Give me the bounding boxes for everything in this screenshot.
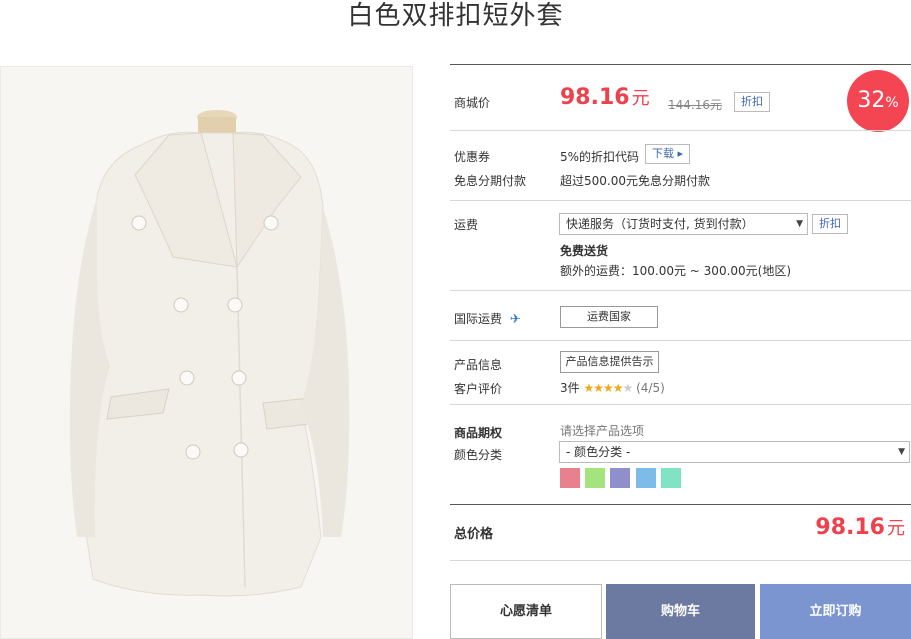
discount-badge: 32% [847,70,909,132]
shipping-discount-button[interactable]: 折扣 [812,214,848,234]
shipping-country-button[interactable]: 运费国家 [560,306,658,328]
divider [450,404,911,405]
divider [450,130,911,131]
product-info-panel: 商城价 98.16 元 144.16元 折扣 32% 优惠券 5%的折扣代码 下载… [450,64,911,639]
coat-illustration [1,67,412,638]
product-info-label: 产品信息 [454,358,503,372]
product-title: 白色双排扣短外套 [347,1,564,31]
add-to-cart-button[interactable]: 购物车 [606,584,755,639]
review-label: 客户评价 [454,382,503,396]
plane-icon: ✈ [509,312,521,327]
coupon-download-button[interactable]: 下载 ▸ [645,144,691,164]
review-summary[interactable]: 3件 ★★★★★ (4/5) [560,379,665,396]
installment-value: 超过500.00元免息分期付款 [560,174,710,188]
coupon-label: 优惠券 [454,150,491,164]
product-notice-button[interactable]: 产品信息提供告示 [560,351,659,373]
rating-stars: ★★★★★ [583,381,633,395]
color-swatch[interactable] [661,468,681,488]
divider [450,200,911,201]
dropdown-arrow-icon: ▼ [796,219,803,229]
color-swatch[interactable] [610,468,630,488]
extra-shipping-fee: 额外的运费：100.00元 ~ 300.00元(地区) [560,264,792,278]
divider [450,504,911,505]
color-swatch[interactable] [636,468,656,488]
divider [450,560,911,561]
original-price: 144.16元 [668,98,722,112]
options-section-label: 商品期权 [454,426,503,440]
divider [450,64,911,65]
installment-label: 免息分期付款 [454,174,527,188]
buy-now-button[interactable]: 立即订购 [760,584,911,639]
dropdown-arrow-icon: ▼ [898,447,905,457]
international-shipping-label: 国际运费 ✈ [454,312,521,327]
sale-price: 98.16 元 [560,85,650,110]
shipping-label: 运费 [454,218,479,232]
total-price: 98.16 元 [815,515,905,540]
price-discount-button[interactable]: 折扣 [734,92,770,112]
shipping-method-select[interactable]: 快递服务（订货时支付, 货到付款） ▼ [559,213,808,235]
product-image[interactable] [0,66,413,639]
color-option-label: 颜色分类 [454,448,503,462]
coupon-value: 5%的折扣代码 [560,150,640,164]
color-swatch[interactable] [585,468,605,488]
divider [450,340,911,341]
total-label: 总价格 [454,527,494,542]
color-swatch[interactable] [560,468,580,488]
options-prompt: 请选择产品选项 [560,424,645,438]
color-select[interactable]: - 颜色分类 - ▼ [559,441,910,463]
free-shipping-text: 免费送货 [560,244,609,258]
wishlist-button[interactable]: 心愿清单 [450,584,602,639]
divider [450,290,911,291]
price-label: 商城价 [454,96,491,110]
